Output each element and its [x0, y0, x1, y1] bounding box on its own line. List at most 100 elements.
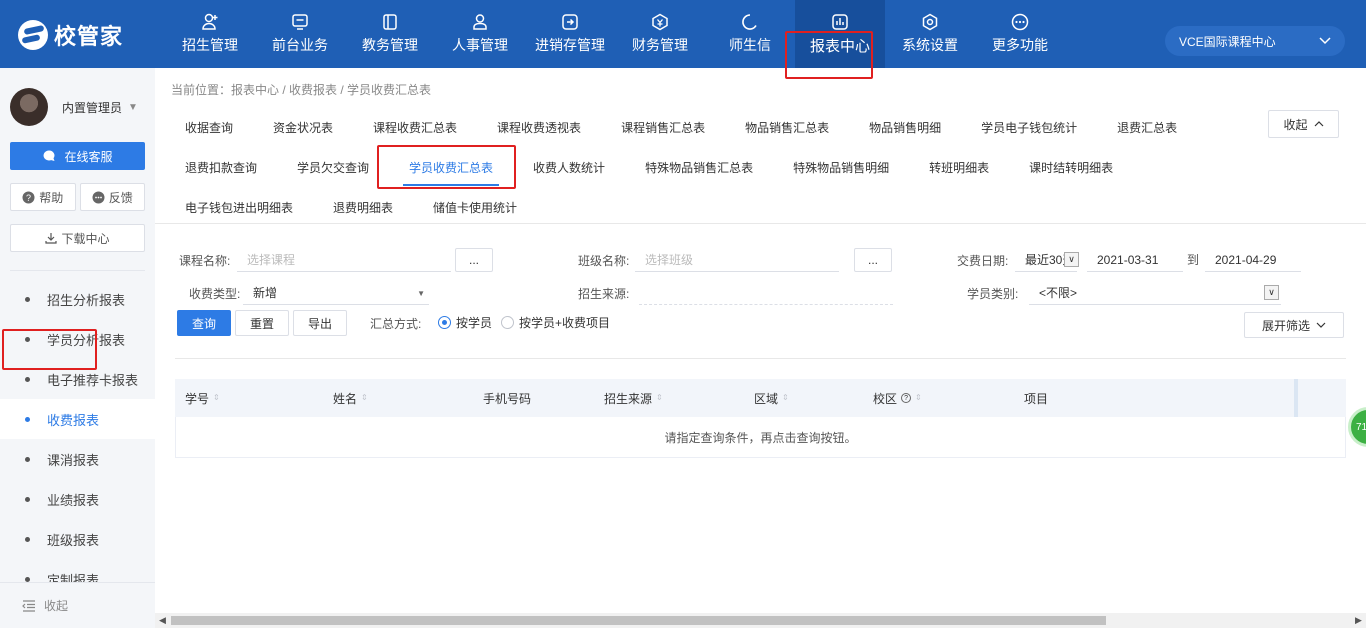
empty-message: 请指定查询条件，再点击查询按钮。	[664, 430, 857, 445]
tab-stored-value-card[interactable]: 储值卡使用统计	[433, 188, 517, 228]
tab-course-charge-summary[interactable]: 课程收费汇总表	[373, 108, 457, 148]
tab-refund-summary[interactable]: 退费汇总表	[1117, 108, 1177, 148]
tab-item-sales-detail[interactable]: 物品销售明细	[869, 108, 941, 148]
logo[interactable]: 校管家	[18, 18, 138, 52]
tab-course-sales-summary[interactable]: 课程销售汇总表	[621, 108, 705, 148]
nav-item-messages[interactable]: 师生信	[705, 0, 795, 68]
column-resize-handle[interactable]	[1294, 379, 1298, 417]
column-label: 项目	[1024, 391, 1049, 406]
help-button[interactable]: ? 帮助	[10, 183, 76, 211]
sort-icon[interactable]: ⇕	[361, 394, 368, 402]
sidebar: 内置管理员 ▼ 在线客服 ? 帮助 反馈 下载中心 招生分析报表 学员分析报表 …	[0, 68, 155, 628]
scrollbar-thumb[interactable]	[171, 616, 1106, 625]
download-center-label: 下载中心	[61, 231, 110, 246]
nav-label: 师生信	[729, 37, 771, 53]
menu-item-class-reports[interactable]: 班级报表	[0, 519, 155, 559]
course-name-input[interactable]: 选择课程	[237, 248, 451, 272]
tab-refund-deduction[interactable]: 退费扣款查询	[185, 148, 257, 188]
tab-student-arrears[interactable]: 学员欠交查询	[297, 148, 369, 188]
column-header-source[interactable]: 招生来源 ⇕	[604, 379, 663, 417]
expand-filter-button[interactable]: 展开筛选	[1244, 312, 1344, 338]
radio-by-student[interactable]: 按学员	[438, 314, 492, 331]
scroll-right-icon[interactable]: ▶	[1351, 613, 1366, 628]
chevron-up-icon	[1314, 121, 1323, 127]
radio-label: 按学员	[456, 316, 493, 330]
menu-item-performance[interactable]: 业绩报表	[0, 479, 155, 519]
tab-special-item-detail[interactable]: 特殊物品销售明细	[793, 148, 889, 188]
tab-special-item-summary[interactable]: 特殊物品销售汇总表	[645, 148, 753, 188]
course-picker-button[interactable]: ...	[455, 248, 493, 272]
column-label: 区域	[754, 391, 779, 406]
menu-label: 招生分析报表	[47, 292, 126, 308]
column-header-student-id[interactable]: 学号 ⇕	[185, 379, 220, 417]
help-label: 帮助	[39, 190, 64, 205]
tab-receipt-query[interactable]: 收据查询	[185, 108, 233, 148]
class-picker-button[interactable]: ...	[854, 248, 892, 272]
date-range-select[interactable]: 最近30天 ∨	[1015, 248, 1079, 272]
charge-type-select[interactable]: 新增 ▼	[243, 281, 429, 305]
tab-lesson-carryover-detail[interactable]: 课时结转明细表	[1029, 148, 1113, 188]
sort-icon[interactable]: ⇕	[782, 394, 789, 402]
tab-row-3: 电子钱包进出明细表 退费明细表 储值卡使用统计	[155, 188, 1366, 228]
tab-fund-status[interactable]: 资金状况表	[273, 108, 333, 148]
student-type-select[interactable]: <不限> ∨	[1029, 281, 1281, 305]
menu-item-referral-card[interactable]: 电子推荐卡报表	[0, 359, 155, 399]
tab-row-1: 收据查询 资金状况表 课程收费汇总表 课程收费透视表 课程销售汇总表 物品销售汇…	[155, 108, 1366, 148]
date-from-input[interactable]: 2021-03-31	[1087, 248, 1183, 272]
tab-e-wallet-stats[interactable]: 学员电子钱包统计	[981, 108, 1077, 148]
nav-item-more[interactable]: 更多功能	[975, 0, 1065, 68]
report-icon	[832, 13, 848, 30]
nav-item-enrollment[interactable]: 招生管理	[165, 0, 255, 68]
tab-refund-detail[interactable]: 退费明细表	[333, 188, 393, 228]
sort-icon[interactable]: ⇕	[656, 394, 663, 402]
tab-student-charge-summary[interactable]: 学员收费汇总表	[403, 148, 500, 188]
sidebar-divider	[10, 270, 145, 271]
column-label: 校区	[873, 391, 898, 406]
tab-e-wallet-detail[interactable]: 电子钱包进出明细表	[185, 188, 293, 228]
menu-item-lesson-consumption[interactable]: 课消报表	[0, 439, 155, 479]
bullet-icon	[25, 416, 30, 422]
sidebar-collapse-button[interactable]: 收起	[0, 582, 155, 628]
radio-by-student-and-item[interactable]: 按学员+收费项目	[501, 314, 610, 331]
tab-class-transfer-detail[interactable]: 转班明细表	[929, 148, 989, 188]
query-button[interactable]: 查询	[177, 310, 231, 336]
nav-item-finance[interactable]: 财务管理	[615, 0, 705, 68]
column-header-name[interactable]: 姓名 ⇕	[333, 379, 368, 417]
nav-item-inventory[interactable]: 进销存管理	[525, 0, 615, 68]
nav-item-front-desk[interactable]: 前台业务	[255, 0, 345, 68]
reset-button[interactable]: 重置	[235, 310, 289, 336]
avatar[interactable]	[10, 88, 48, 126]
sort-icon[interactable]: ⇕	[213, 394, 220, 402]
expand-filter-label: 展开筛选	[1261, 318, 1310, 333]
nav-label: 系统设置	[902, 37, 958, 53]
user-info[interactable]: 内置管理员 ▼	[10, 88, 138, 126]
bullet-icon	[25, 296, 30, 302]
column-header-region[interactable]: 区域 ⇕	[754, 379, 789, 417]
horizontal-scrollbar[interactable]: ◀ ▶	[155, 613, 1366, 628]
nav-item-settings[interactable]: 系统设置	[885, 0, 975, 68]
online-service-label: 在线客服	[64, 149, 113, 164]
scroll-left-icon[interactable]: ◀	[155, 613, 170, 628]
tabs-collapse-button[interactable]: 收起	[1268, 110, 1339, 138]
menu-item-enrollment-analysis[interactable]: 招生分析报表	[0, 279, 155, 319]
date-to-input[interactable]: 2021-04-29	[1205, 248, 1301, 272]
tab-charge-headcount[interactable]: 收费人数统计	[533, 148, 605, 188]
nav-item-hr[interactable]: 人事管理	[435, 0, 525, 68]
class-name-input[interactable]: 选择班级	[635, 248, 839, 272]
download-center-button[interactable]: 下载中心	[10, 224, 145, 252]
logo-mark-icon	[18, 20, 48, 50]
help-icon[interactable]: ?	[901, 393, 912, 403]
feedback-button[interactable]: 反馈	[79, 183, 145, 211]
menu-item-charge-reports[interactable]: 收费报表	[0, 399, 155, 439]
menu-item-student-analysis[interactable]: 学员分析报表	[0, 319, 155, 359]
nav-item-reports[interactable]: 报表中心	[795, 0, 885, 68]
export-button[interactable]: 导出	[293, 310, 347, 336]
campus-selector[interactable]: VCE国际课程中心	[1165, 26, 1345, 56]
online-service-button[interactable]: 在线客服	[10, 142, 145, 170]
sort-icon[interactable]: ⇕	[915, 394, 922, 402]
enroll-source-input[interactable]	[639, 281, 893, 305]
nav-item-academic[interactable]: 教务管理	[345, 0, 435, 68]
column-header-campus[interactable]: 校区? ⇕	[873, 379, 922, 417]
tab-item-sales-summary[interactable]: 物品销售汇总表	[745, 108, 829, 148]
tab-course-charge-pivot[interactable]: 课程收费透视表	[497, 108, 581, 148]
